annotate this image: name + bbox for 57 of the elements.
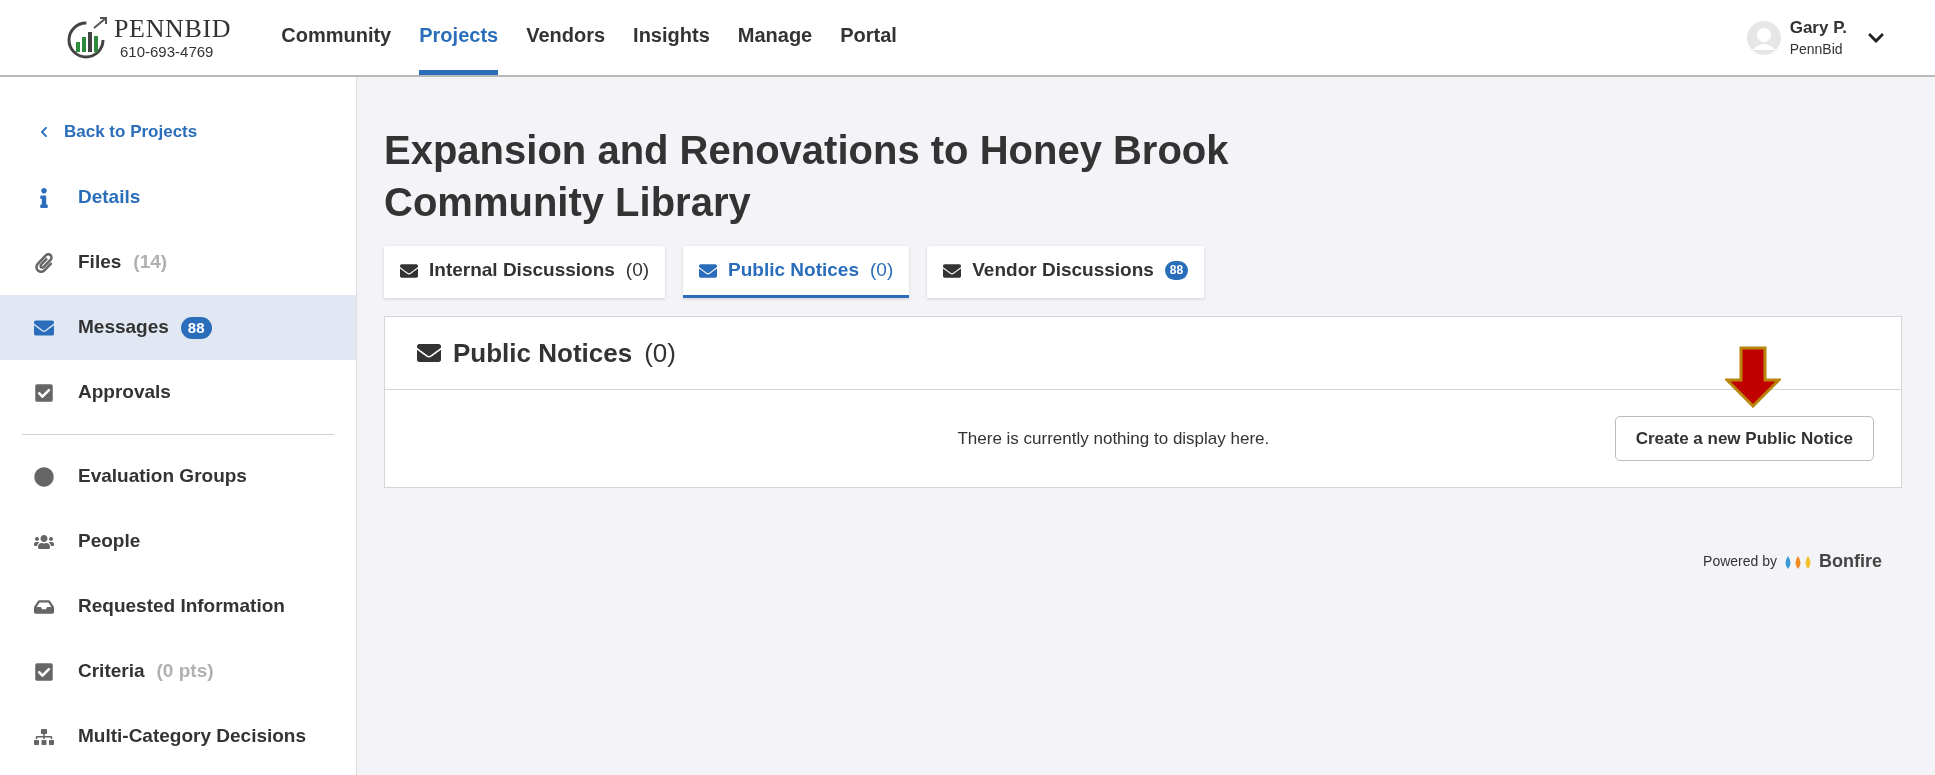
empty-state-message: There is currently nothing to display here. (957, 427, 1270, 450)
hierarchy-icon (34, 726, 54, 747)
phone-number: 610-693-4769 (120, 42, 215, 61)
checkbox-icon (34, 382, 54, 403)
sidebar-item[interactable]: Evaluation Groups (0, 444, 356, 509)
envelope-icon (400, 261, 418, 280)
envelope-icon (417, 341, 441, 365)
item-count: (14) (133, 250, 168, 275)
sidebar-item[interactable]: Details (0, 165, 356, 230)
circle-icon (34, 466, 54, 487)
sidebar-item[interactable]: Approvals (0, 360, 356, 425)
envelope-icon (699, 261, 718, 280)
checkbox-icon (34, 661, 54, 682)
down-arrow-icon (1724, 346, 1781, 408)
nav-link[interactable]: Manage (737, 0, 813, 75)
powered-by-text: Powered by (1703, 552, 1777, 571)
tab-count: (0) (625, 258, 650, 283)
sidebar-item-label: Multi-Category Decisions (78, 724, 307, 749)
sidebar-item-label: Files (78, 250, 122, 275)
envelope-icon (943, 261, 962, 280)
sidebar-item-label: Evaluation Groups (78, 464, 247, 489)
nav-link[interactable]: Vendors (526, 0, 606, 75)
create-public-notice-button[interactable]: Create a new Public Notice (1614, 416, 1874, 461)
paperclip-icon (34, 252, 54, 273)
nav-link[interactable]: Insights (633, 0, 710, 75)
logo-text: PENNBID (114, 14, 232, 43)
sidebar-item[interactable]: Multi-Category Decisions (0, 704, 356, 769)
sidebar-item-label: Approvals (78, 380, 171, 405)
sidebar-item-label: People (78, 529, 141, 554)
count-badge: 88 (1164, 261, 1189, 280)
sidebar-item[interactable]: Requested Information (0, 574, 356, 639)
page-title: Expansion and Renovations to Honey Brook Community Library (384, 127, 1230, 226)
tab[interactable]: Vendor Discussions 88 (927, 246, 1205, 298)
nav-link[interactable]: Community (281, 0, 392, 75)
back-link[interactable]: Back to Projects (0, 117, 356, 147)
tab-count: (0) (870, 258, 894, 283)
tab[interactable]: Internal Discussions (0) (384, 246, 666, 298)
panel-title: Public Notices (453, 336, 633, 370)
sidebar-item[interactable]: Messages 88 (0, 295, 356, 360)
panel-count: (0) (644, 336, 676, 370)
sidebar-item[interactable]: Files (14) (0, 230, 356, 295)
user-organization: PennBid (1789, 39, 1844, 59)
sidebar-item-label: Details (78, 185, 141, 210)
sidebar-item[interactable]: Criteria (0 pts) (0, 639, 356, 704)
chevron-left-icon (38, 126, 50, 138)
user-name: Gary P. (1789, 16, 1847, 39)
sidebar-item[interactable]: People (0, 509, 356, 574)
nav-link[interactable]: Projects (419, 0, 499, 75)
brand-name: Bonfire (1819, 550, 1882, 573)
tab[interactable]: Public Notices (0) (683, 246, 910, 298)
sidebar-item-label: Requested Information (78, 594, 285, 619)
nav-link[interactable]: Portal (840, 0, 897, 75)
sidebar-item-label: Messages (78, 315, 169, 340)
sidebar-item-label: Criteria (78, 659, 145, 684)
count-badge: 88 (180, 316, 212, 339)
avatar-icon (1745, 19, 1782, 56)
item-count: (0 pts) (156, 659, 214, 684)
